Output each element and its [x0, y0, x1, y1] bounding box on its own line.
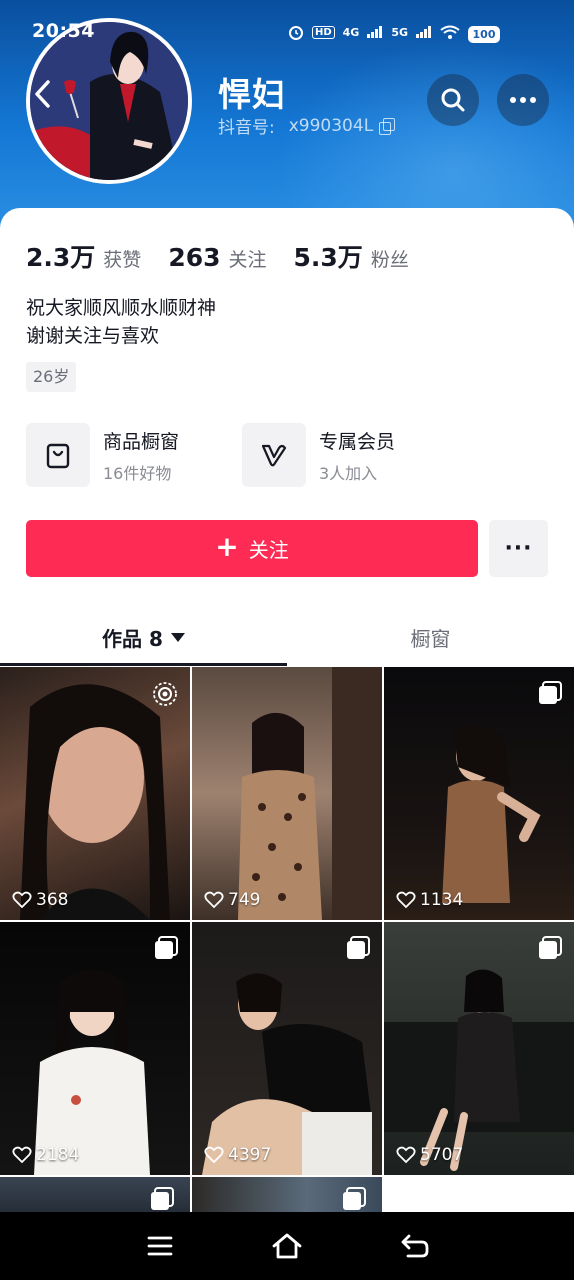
tab-works[interactable]: 作品 8	[0, 608, 287, 666]
back-arrow-icon	[401, 1234, 429, 1258]
heart-icon	[204, 1146, 224, 1164]
signal-icon-2	[416, 26, 431, 38]
stat-likes[interactable]: 2.3万 获赞	[26, 238, 141, 274]
likes-value: 4397	[228, 1145, 272, 1165]
multi-image-icon	[342, 1187, 366, 1213]
profile-nickname: 悍妇	[218, 75, 286, 114]
profile-bio: 祝大家顺风顺水顺财神 谢谢关注与喜欢	[26, 294, 216, 350]
entry-shop-window[interactable]: 商品橱窗 16件好物	[26, 423, 179, 487]
live-icon	[152, 681, 178, 711]
home-button[interactable]	[267, 1228, 307, 1264]
back-nav-button[interactable]	[395, 1228, 435, 1264]
entry-shop-subtitle: 16件好物	[103, 463, 172, 483]
work-tile[interactable]: 4397	[192, 922, 382, 1175]
likes-count: 1134	[396, 890, 463, 910]
stat-followers-value: 5.3万	[293, 243, 363, 272]
entry-membership-title: 专属会员	[319, 430, 396, 453]
multi-image-icon	[150, 1187, 174, 1213]
likes-count: 368	[12, 890, 68, 910]
system-navigation-bar	[0, 1212, 574, 1280]
likes-value: 2184	[36, 1145, 80, 1165]
status-bar: 20:54 HD 4G 5G 100	[0, 18, 574, 50]
douyin-id-value: x990304L	[288, 115, 374, 136]
plus-icon: +	[215, 530, 239, 563]
hd-indicator: HD	[311, 25, 335, 39]
more-actions-button[interactable]: ···	[489, 520, 548, 577]
entry-membership[interactable]: 专属会员 3人加入	[242, 423, 395, 487]
tab-shop-label: 橱窗	[410, 626, 451, 651]
4g-indicator: 4G	[342, 25, 360, 39]
likes-count: 749	[204, 890, 260, 910]
wifi-icon	[440, 25, 460, 39]
entry-shop-title: 商品橱窗	[103, 430, 180, 453]
chevron-left-icon	[35, 80, 50, 108]
stat-followers[interactable]: 5.3万 粉丝	[294, 238, 409, 274]
status-time: 20:54	[32, 20, 95, 42]
work-tile[interactable]	[0, 1177, 190, 1213]
heart-icon	[12, 1146, 32, 1164]
member-v-icon	[242, 423, 306, 487]
search-button[interactable]	[427, 74, 479, 126]
more-dots-icon	[510, 97, 536, 103]
more-options-button[interactable]	[497, 74, 549, 126]
tab-active-indicator	[0, 663, 287, 666]
multi-image-icon	[538, 681, 562, 709]
tab-works-label: 作品 8	[102, 626, 163, 651]
heart-icon	[12, 891, 32, 909]
photo-thumbnail	[238, 667, 382, 920]
work-tile[interactable]: 368	[0, 667, 190, 920]
profile-header-banner: 20:54 HD 4G 5G 100 悍妇 抖音号: x990304L	[0, 0, 574, 230]
stat-followers-label: 粉丝	[370, 249, 409, 271]
bio-line-1: 祝大家顺风顺水顺财神	[26, 297, 217, 319]
content-tabs: 作品 8 橱窗	[0, 608, 574, 666]
multi-image-icon	[538, 936, 562, 964]
stat-likes-label: 获赞	[103, 249, 142, 271]
likes-count: 2184	[12, 1145, 79, 1165]
stat-likes-value: 2.3万	[26, 243, 96, 272]
work-tile[interactable]: 1134	[384, 667, 574, 920]
work-tile[interactable]: 749	[192, 667, 382, 920]
menu-icon	[147, 1236, 173, 1256]
status-icons: HD 4G 5G	[288, 24, 460, 40]
entry-membership-subtitle: 3人加入	[319, 463, 378, 483]
likes-count: 5707	[396, 1145, 463, 1165]
caret-down-icon	[170, 632, 185, 642]
work-tile[interactable]	[192, 1177, 382, 1213]
work-tile[interactable]: 5707	[384, 922, 574, 1175]
work-tile[interactable]: 2184	[0, 922, 190, 1175]
likes-value: 749	[228, 890, 261, 910]
search-icon	[441, 88, 465, 112]
stat-following[interactable]: 263 关注	[168, 243, 266, 272]
age-tag: 26岁	[26, 362, 77, 392]
likes-value: 368	[36, 890, 69, 910]
home-icon	[272, 1233, 302, 1259]
stat-following-value: 263	[168, 243, 221, 272]
heart-icon	[396, 891, 416, 909]
shopping-bag-icon	[26, 423, 90, 487]
recent-apps-button[interactable]	[140, 1228, 180, 1264]
likes-value: 1134	[420, 890, 464, 910]
douyin-id-label: 抖音号:	[218, 118, 275, 138]
profile-stats: 2.3万 获赞 263 关注 5.3万 粉丝	[26, 238, 436, 274]
multi-image-icon	[346, 936, 370, 964]
heart-icon	[396, 1146, 416, 1164]
back-button[interactable]	[32, 76, 72, 120]
works-grid: 368 749 1134 2184 4397 5707	[0, 667, 574, 1213]
bio-line-2: 谢谢关注与喜欢	[26, 325, 160, 347]
douyin-id[interactable]: 抖音号: x990304L	[218, 113, 396, 138]
signal-icon	[367, 26, 383, 38]
alarm-icon	[288, 26, 303, 40]
likes-value: 5707	[420, 1145, 464, 1165]
profile-entries: 商品橱窗 16件好物 专属会员 3人加入	[26, 423, 546, 489]
copy-icon[interactable]	[379, 118, 396, 135]
follow-button[interactable]: + 关注	[26, 520, 478, 577]
heart-icon	[204, 891, 224, 909]
tab-shop-window[interactable]: 橱窗	[287, 608, 574, 666]
stat-following-label: 关注	[228, 249, 267, 271]
5g-indicator: 5G	[391, 25, 408, 39]
follow-label: 关注	[248, 538, 289, 562]
likes-count: 4397	[204, 1145, 271, 1165]
multi-image-icon	[154, 936, 178, 964]
battery-indicator: 100	[468, 26, 500, 43]
